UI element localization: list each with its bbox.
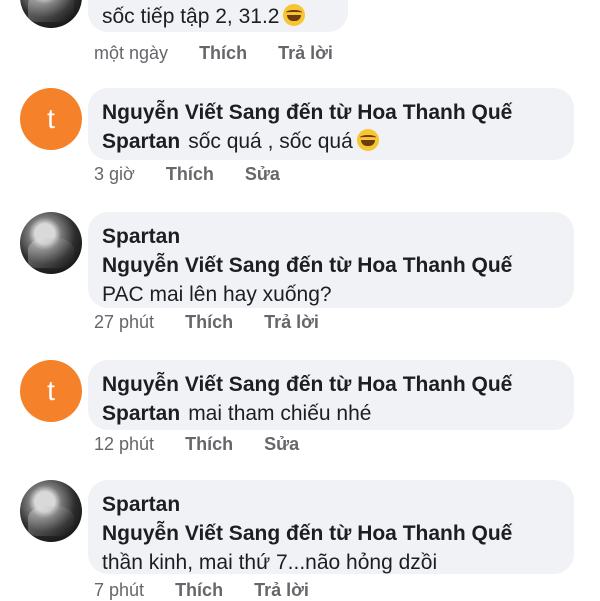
comment-actions: 7 phút Thích Trả lời	[94, 580, 335, 601]
like-button[interactable]: Thích	[185, 312, 233, 332]
avatar-letter: t	[47, 103, 55, 134]
comment-time[interactable]: 3 giờ	[94, 164, 135, 184]
comment-time[interactable]: một ngày	[94, 43, 168, 63]
mention-link[interactable]: Spartan	[102, 402, 180, 425]
comment-bubble: Nguyễn Viết Sang đến từ Hoa Thanh Quế Sp…	[88, 88, 574, 160]
mention-link[interactable]: Nguyễn Viết Sang đến từ Hoa Thanh Quế	[102, 519, 558, 548]
comment-text: Spartan mai tham chiếu nhé	[102, 399, 558, 428]
comment-bubble: Spartan Nguyễn Viết Sang đến từ Hoa Than…	[88, 212, 574, 308]
avatar[interactable]	[20, 480, 82, 542]
comment-author[interactable]: Nguyễn Viết Sang đến từ Hoa Thanh Quế	[102, 98, 558, 127]
reply-button[interactable]: Trả lời	[278, 43, 333, 63]
mention-link[interactable]: Spartan	[102, 130, 180, 153]
laughing-emoji-icon	[283, 4, 306, 26]
mention-link[interactable]: Nguyễn Viết Sang đến từ Hoa Thanh Quế	[102, 251, 558, 280]
comment-bubble: Spartan Nguyễn Viết Sang đến từ Hoa Than…	[88, 480, 574, 574]
comment-bubble: Nguyễn Viết Sang đến từ Hoa Thanh Quế Sp…	[88, 360, 574, 430]
like-button[interactable]: Thích	[175, 580, 223, 600]
avatar[interactable]: t	[20, 360, 82, 422]
comment-actions: 3 giờ Thích Sửa	[94, 164, 306, 185]
comment-actions: 27 phút Thích Trả lời	[94, 312, 345, 333]
comment-author[interactable]: Spartan	[102, 222, 558, 251]
comment-author[interactable]: Spartan	[102, 490, 558, 519]
comment-time[interactable]: 27 phút	[94, 312, 154, 332]
comment-text: thần kinh, mai thứ 7...não hỏng dzồi	[102, 551, 438, 574]
like-button[interactable]: Thích	[185, 434, 233, 454]
comment-text: sốc tiếp tập 2, 31.2	[102, 2, 332, 31]
edit-button[interactable]: Sửa	[264, 434, 299, 454]
comment-actions: một ngày Thích Trả lời	[94, 43, 359, 64]
avatar[interactable]	[20, 0, 82, 28]
comment-bubble: sốc tiếp tập 2, 31.2	[88, 0, 348, 32]
comment-author[interactable]: Nguyễn Viết Sang đến từ Hoa Thanh Quế	[102, 370, 558, 399]
avatar-letter: t	[47, 375, 55, 406]
laughing-emoji-icon	[356, 129, 379, 151]
comment-text: Spartan sốc quá , sốc quá	[102, 127, 558, 156]
reply-button[interactable]: Trả lời	[254, 580, 309, 600]
comment-body: mai tham chiếu nhé	[188, 402, 372, 425]
comment-time[interactable]: 12 phút	[94, 434, 154, 454]
avatar[interactable]: t	[20, 88, 82, 150]
comment-text: PAC mai lên hay xuống?	[102, 283, 332, 306]
reply-button[interactable]: Trả lời	[264, 312, 319, 332]
like-button[interactable]: Thích	[166, 164, 214, 184]
edit-button[interactable]: Sửa	[245, 164, 280, 184]
comment-actions: 12 phút Thích Sửa	[94, 434, 325, 455]
avatar[interactable]	[20, 212, 82, 274]
comment-time[interactable]: 7 phút	[94, 580, 144, 600]
like-button[interactable]: Thích	[199, 43, 247, 63]
comment-body: sốc quá , sốc quá	[188, 130, 353, 153]
